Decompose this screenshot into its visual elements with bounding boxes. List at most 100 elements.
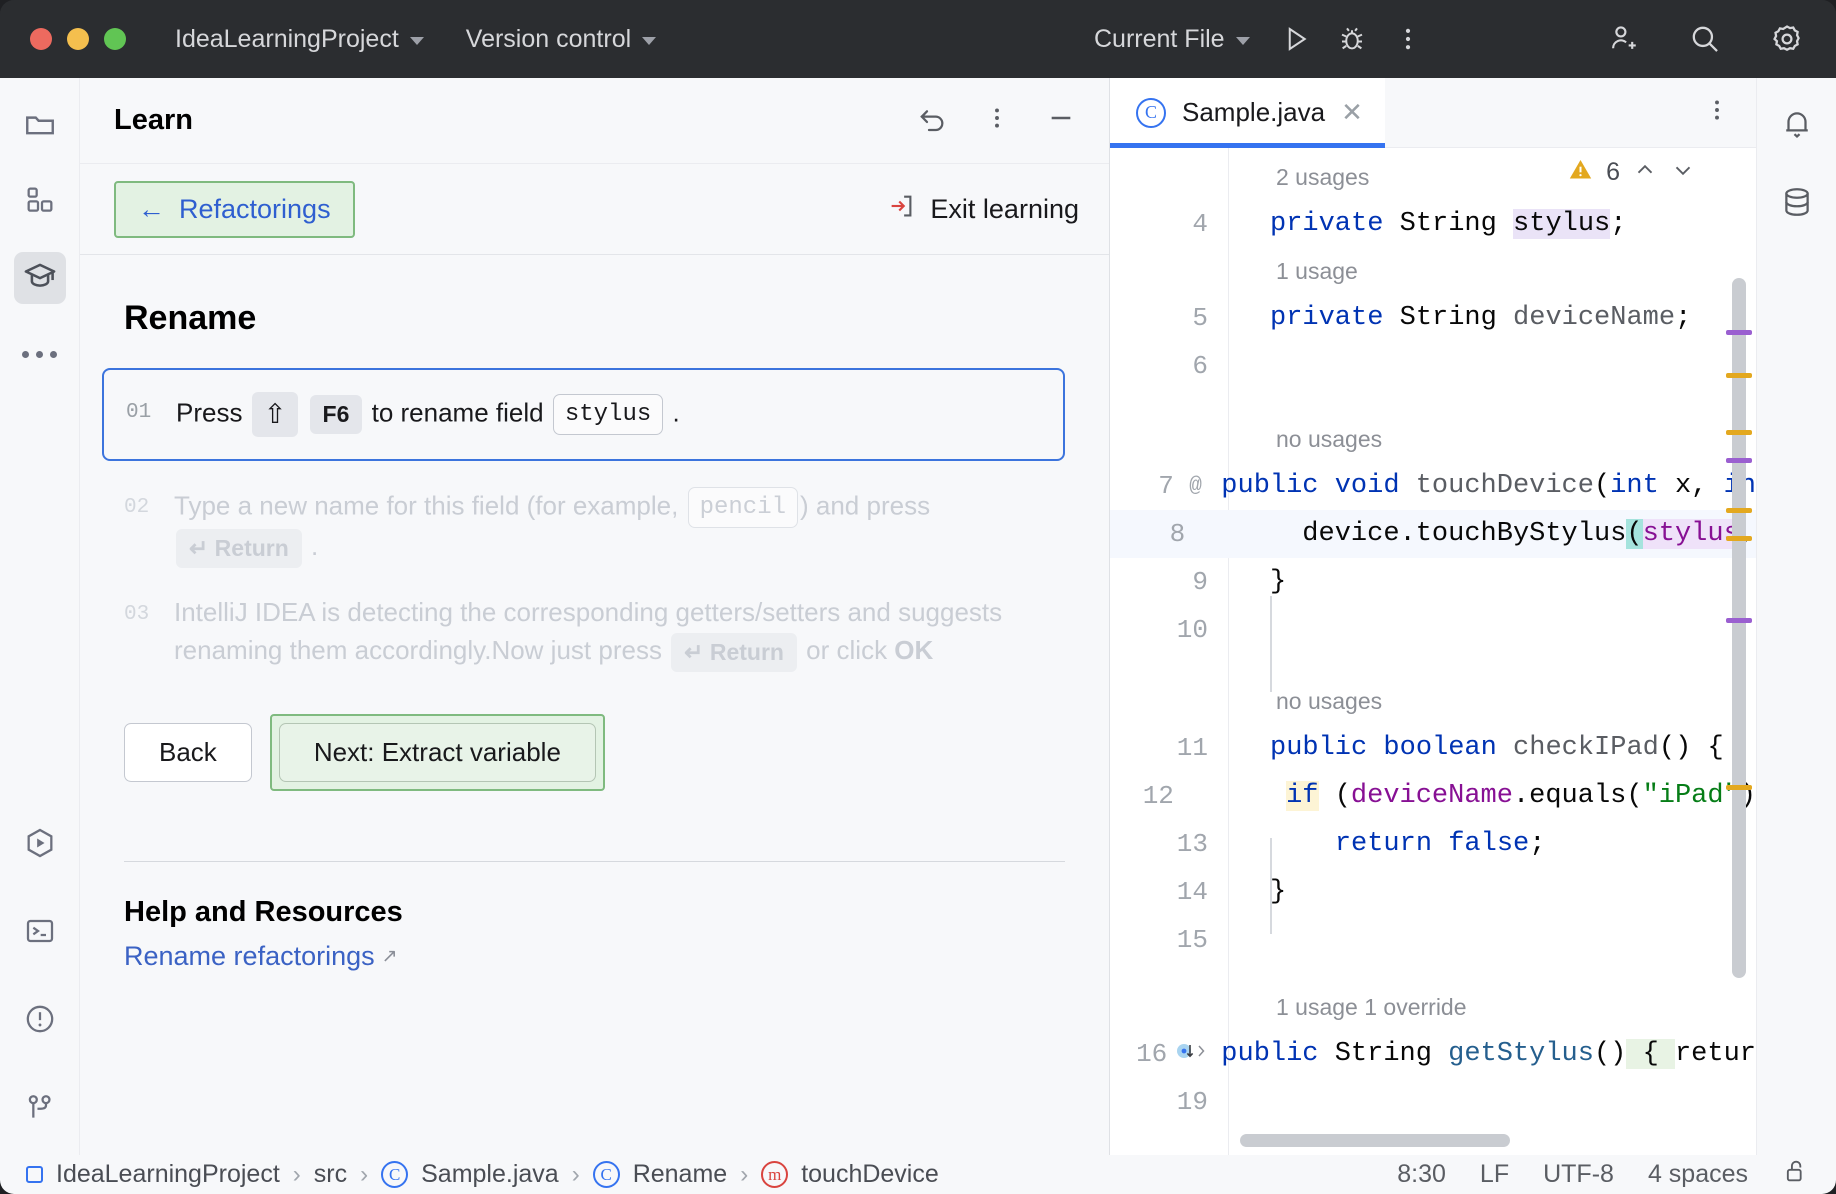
database-icon (1780, 185, 1814, 224)
stripe-marker (1726, 536, 1752, 541)
code-line-11: 11 public boolean checkIPad() { (1110, 724, 1756, 772)
step-text-fragment: ) and press (800, 490, 931, 521)
code-line-9: 9 } (1110, 558, 1756, 606)
external-link-icon: ↗ (381, 946, 398, 968)
more-actions-button[interactable] (1389, 20, 1427, 58)
close-icon[interactable]: ✕ (1341, 97, 1363, 128)
code-line-14: 14 } (1110, 868, 1756, 916)
back-button[interactable]: Back (124, 723, 252, 783)
window-controls[interactable] (30, 28, 126, 50)
help-link-label: Rename refactorings (124, 941, 375, 972)
sidebar-item-project[interactable] (14, 100, 66, 152)
breadcrumb-item-class[interactable]: Rename (633, 1160, 728, 1189)
sidebar-item-run[interactable] (14, 819, 66, 871)
horizontal-scrollbar-thumb[interactable] (1240, 1134, 1510, 1147)
editor-tab-sample-java[interactable]: C Sample.java ✕ (1110, 78, 1385, 148)
breadcrumb-item-src[interactable]: src (314, 1160, 347, 1189)
file-encoding[interactable]: UTF-8 (1543, 1160, 1614, 1189)
caret-position[interactable]: 8:30 (1397, 1160, 1446, 1189)
breadcrumb-item-method[interactable]: touchDevice (801, 1160, 939, 1189)
error-stripe-markers[interactable] (1722, 148, 1756, 1155)
step-text-fragment: . (303, 531, 319, 562)
code-chip-stylus: stylus (552, 394, 664, 436)
lesson-navigation: Back Next: Extract variable (124, 714, 1065, 792)
line-number: 16 (1136, 1039, 1168, 1069)
sidebar-item-structure[interactable] (14, 176, 66, 228)
gutter-mark-override[interactable]: @ (1182, 475, 1209, 498)
chevron-up-icon[interactable] (1632, 157, 1658, 188)
exit-icon (886, 191, 916, 228)
line-number: 14 (1176, 877, 1208, 907)
close-window-button[interactable] (30, 28, 52, 50)
line-number: 11 (1176, 733, 1208, 763)
breadcrumb-separator: › (292, 1160, 301, 1188)
run-configuration-selector[interactable]: Current File (1085, 20, 1259, 59)
minimize-window-button[interactable] (67, 28, 89, 50)
unlocked-icon[interactable] (1782, 1157, 1810, 1192)
search-icon[interactable] (1686, 20, 1724, 58)
step-text-fragment: or click (798, 635, 895, 666)
code-fold-bar[interactable] (1270, 838, 1272, 934)
restart-lesson-button[interactable] (915, 103, 951, 139)
maximize-window-button[interactable] (104, 28, 126, 50)
stripe-marker (1726, 618, 1752, 623)
stripe-marker (1726, 430, 1752, 435)
notifications-button[interactable] (1771, 100, 1823, 152)
inspection-widget[interactable]: 6 (1567, 156, 1696, 188)
line-number: 7 (1158, 471, 1174, 501)
ide-window: IdeaLearningProject Version control Curr… (0, 0, 1836, 1194)
learn-subheader: ← Refactorings Exit learning (80, 164, 1109, 254)
code-line-6: 6 (1110, 342, 1756, 390)
vcs-widget[interactable]: Version control (457, 20, 665, 59)
arrow-left-icon: ← (138, 193, 165, 224)
learn-options-button[interactable] (979, 103, 1015, 139)
sidebar-item-problems[interactable] (14, 995, 66, 1047)
step-number: 01 (126, 401, 152, 424)
project-icon (26, 1166, 43, 1183)
sidebar-item-git[interactable] (14, 1083, 66, 1135)
code-fold-bar[interactable] (1270, 596, 1272, 692)
project-name: IdeaLearningProject (175, 24, 399, 53)
sidebar-item-learn[interactable] (13, 252, 66, 304)
gutter-mark-override-icon[interactable] (1175, 1040, 1209, 1069)
breadcrumb-item-project[interactable]: IdeaLearningProject (56, 1160, 280, 1189)
debug-button[interactable] (1333, 20, 1371, 58)
sidebar-item-more[interactable] (14, 328, 66, 380)
help-link-rename-refactorings[interactable]: Rename refactorings ↗ (124, 941, 398, 972)
step-text: IntelliJ IDEA is detecting the correspon… (174, 594, 1065, 673)
run-config-label: Current File (1094, 24, 1225, 53)
line-separator[interactable]: LF (1480, 1160, 1509, 1189)
run-hexagon-icon (23, 826, 57, 865)
breadcrumb-separator: › (740, 1160, 749, 1188)
breadcrumb-separator: › (360, 1160, 369, 1188)
main-body: Learn ← Refactorings Exit learning Renam… (0, 78, 1836, 1155)
code-text: public String getStylus() { retur (1221, 1039, 1756, 1069)
step-text-fragment: Type a new name for this field (for exam… (174, 490, 686, 521)
code-line-5: 5 private String deviceName; (1110, 294, 1756, 342)
vertical-scrollbar-thumb[interactable] (1732, 278, 1746, 978)
code-line-10: 10 (1110, 606, 1756, 654)
usage-hint: 1 usage (1276, 257, 1358, 284)
sidebar-item-terminal[interactable] (14, 907, 66, 959)
breadcrumb-item-file[interactable]: Sample.java (421, 1160, 559, 1189)
line-number: 13 (1176, 829, 1208, 859)
gear-icon[interactable] (1768, 20, 1806, 58)
run-button[interactable] (1277, 20, 1315, 58)
project-selector[interactable]: IdeaLearningProject (166, 20, 433, 59)
usage-hint-row: 1 usage 1 override (1110, 984, 1756, 1030)
database-button[interactable] (1771, 178, 1823, 230)
code-editor[interactable]: 6 2 usages 4 private String stylus; 1 us… (1110, 148, 1756, 1155)
chevron-down-icon[interactable] (1670, 157, 1696, 188)
editor-tab-label: Sample.java (1182, 97, 1326, 127)
indent-setting[interactable]: 4 spaces (1648, 1160, 1748, 1189)
add-account-icon[interactable] (1604, 20, 1642, 58)
editor-tab-options-button[interactable] (1704, 97, 1730, 128)
hide-panel-button[interactable] (1043, 103, 1079, 139)
lesson-step-2: 02 Type a new name for this field (for e… (124, 487, 1065, 569)
back-to-refactorings-button[interactable]: ← Refactorings (114, 180, 355, 238)
code-text: public void touchDevice(int x, in (1221, 471, 1756, 501)
usage-hint: no usages (1276, 425, 1383, 452)
next-lesson-button[interactable]: Next: Extract variable (278, 723, 596, 783)
exit-learning-button[interactable]: Exit learning (886, 191, 1079, 228)
shortcut-key-return: ↵ Return (671, 632, 797, 673)
